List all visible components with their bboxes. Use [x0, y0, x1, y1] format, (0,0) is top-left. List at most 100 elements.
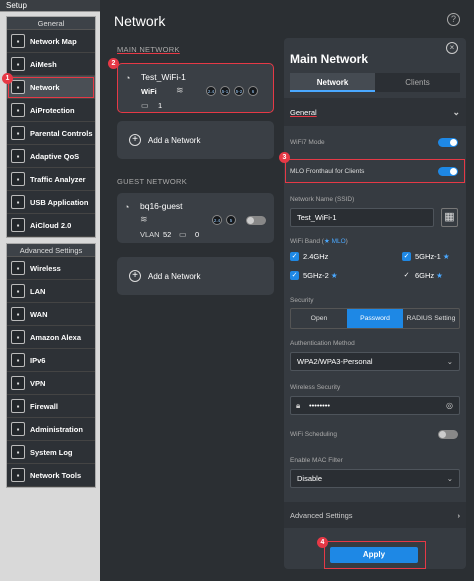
wifi-signal-icon: ≋	[176, 85, 184, 95]
wifi-router-icon: ◔	[125, 73, 131, 83]
sidebar-item-wan[interactable]: ▪ WAN	[7, 303, 95, 326]
lan-icon: ▪	[11, 284, 25, 298]
device-icon: ▭	[141, 101, 149, 110]
guest-toggle[interactable]	[246, 216, 266, 225]
mlo-toggle[interactable]	[438, 167, 458, 176]
page-title: Network	[114, 13, 166, 29]
sidebar-item-network-tools[interactable]: ▪ Network Tools	[7, 464, 95, 487]
advanced-settings-row[interactable]: Advanced Settings ›	[284, 502, 466, 528]
sidebar-item-network[interactable]: ▪ Network	[7, 76, 95, 99]
band-tag: 2.4	[212, 215, 222, 225]
sidebar-item-aicloud-2-0[interactable]: ▪ AiCloud 2.0	[7, 214, 95, 237]
chevron-right-icon: ›	[457, 510, 461, 520]
sidebar-item-label: AiMesh	[30, 59, 57, 69]
sidebar-item-wireless[interactable]: ▪ Wireless	[7, 257, 95, 280]
wifi-signal-icon: ≋	[140, 214, 148, 224]
sidebar-setup[interactable]: Setup	[0, 0, 100, 12]
sidebar-item-label: LAN	[30, 286, 46, 296]
ipv6-icon: ▪	[11, 353, 25, 367]
marker-1: 1	[2, 73, 13, 84]
sidebar-item-administration[interactable]: ▪ Administration	[7, 418, 95, 441]
sidebar-general-section: General ▪ Network Map ▪ AiMesh ▪ Network ▪ AiPr…	[6, 16, 96, 238]
device-icon: ▭	[179, 230, 187, 239]
sidebar-item-lan[interactable]: ▪ LAN	[7, 280, 95, 303]
network-map-icon: ▪	[11, 34, 25, 48]
qr-code-icon[interactable]: ▦	[441, 208, 458, 227]
help-icon[interactable]: ?	[447, 13, 460, 26]
band-tag: 5-2	[234, 86, 244, 96]
band-tag: 2.4	[206, 86, 216, 96]
main-band-tags: 2.4 5-1 5-2 6	[206, 86, 258, 96]
marker-3: 3	[279, 152, 290, 163]
wifi7-toggle[interactable]	[438, 138, 458, 147]
wifi-scheduling-toggle[interactable]	[438, 430, 458, 439]
sidebar-item-vpn[interactable]: ▪ VPN	[7, 372, 95, 395]
wireless-icon: ▪	[11, 261, 25, 275]
sidebar-item-adaptive-qos[interactable]: ▪ Adaptive QoS	[7, 145, 95, 168]
band-checkbox-52[interactable]: ✓ 5GHz-2 ★	[290, 271, 338, 280]
main-network-card[interactable]: ◔ Test_WiFi-1 WiFi ≋ 2.4 5-1 5-2 6 ▭ 1	[117, 63, 274, 113]
guest-network-label: GUEST NETWORK	[117, 177, 188, 186]
sidebar-item-amazon-alexa[interactable]: ▪ Amazon Alexa	[7, 326, 95, 349]
tab-clients[interactable]: Clients	[375, 73, 460, 92]
sidebar-item-network-map[interactable]: ▪ Network Map	[7, 30, 95, 53]
alexa-icon: ▪	[11, 330, 25, 344]
password-input[interactable]: 🔒︎ •••••••• ◎	[290, 396, 460, 415]
band-tag: 5-1	[220, 86, 230, 96]
auth-label: Authentication Method	[290, 340, 355, 347]
band-tag: 6	[248, 86, 258, 96]
mesh-icon: ▪	[11, 57, 25, 71]
guest-wifi-icon: ◔	[124, 202, 130, 212]
sidebar-item-ipv6[interactable]: ▪ IPv6	[7, 349, 95, 372]
auth-select[interactable]: WPA2/WPA3-Personal ⌄	[290, 352, 460, 371]
network-icon: ▪	[11, 80, 25, 94]
mac-filter-select[interactable]: Disable ⌄	[290, 469, 460, 488]
tab-network[interactable]: Network	[290, 73, 375, 92]
cloud-icon: ▪	[11, 218, 25, 232]
band-label-close: )	[345, 238, 348, 245]
apply-button[interactable]: Apply	[330, 547, 418, 563]
band-checkbox-24[interactable]: ✓ 2.4GHz	[290, 252, 328, 261]
plus-icon: +	[129, 270, 141, 282]
sidebar-item-aimesh[interactable]: ▪ AiMesh	[7, 53, 95, 76]
eye-off-icon[interactable]: ◎	[446, 397, 453, 414]
security-label: Security	[290, 297, 314, 304]
band-checkbox-6[interactable]: ✓ 6GHz ★	[402, 271, 443, 280]
mlo-label: MLO Fronthaul for Clients	[290, 168, 365, 175]
sidebar-item-parental-controls[interactable]: ▪ Parental Controls	[7, 122, 95, 145]
close-icon[interactable]: ×	[446, 42, 458, 54]
wifi-type: WiFi	[141, 87, 157, 96]
sidebar-item-traffic-analyzer[interactable]: ▪ Traffic Analyzer	[7, 168, 95, 191]
guest-ssid: bq16-guest	[140, 201, 183, 211]
security-radius[interactable]: RADIUS Setting	[403, 309, 459, 328]
general-section-header[interactable]: General ⌄	[284, 98, 466, 126]
chevron-down-icon: ⌄	[446, 474, 453, 483]
sidebar-item-label: Parental Controls	[30, 128, 93, 138]
mac-filter-label: Enable MAC Filter	[290, 457, 343, 464]
security-open[interactable]: Open	[291, 309, 347, 328]
sidebar-item-label: Traffic Analyzer	[30, 174, 86, 184]
guest-device-count: 0	[195, 230, 200, 239]
sidebar-item-aiprotection[interactable]: ▪ AiProtection	[7, 99, 95, 122]
sidebar-item-label: AiProtection	[30, 105, 75, 115]
sidebar-item-usb-application[interactable]: ▪ USB Application	[7, 191, 95, 214]
sidebar-general-title: General	[7, 17, 95, 30]
chevron-down-icon: ⌄	[446, 357, 453, 366]
sidebar-item-label: Network Tools	[30, 470, 82, 480]
band-checkbox-51[interactable]: ✓ 5GHz-1 ★	[402, 252, 450, 261]
add-network-card-guest[interactable]: + Add a Network	[117, 257, 274, 295]
band-tag: 5	[226, 215, 236, 225]
mlo-star: ★ MLO	[323, 238, 346, 245]
ssid-input[interactable]: Test_WiFi-1	[290, 208, 434, 227]
add-network-card-main[interactable]: + Add a Network	[117, 121, 274, 159]
traffic-icon: ▪	[11, 172, 25, 186]
sidebar: Setup General ▪ Network Map ▪ AiMesh ▪ Networ…	[0, 0, 100, 581]
vlan-label: VLAN	[140, 230, 160, 239]
admin-icon: ▪	[11, 422, 25, 436]
security-password[interactable]: Password	[347, 309, 403, 328]
sidebar-item-firewall[interactable]: ▪ Firewall	[7, 395, 95, 418]
sidebar-item-system-log[interactable]: ▪ System Log	[7, 441, 95, 464]
wifi7-label: WiFi7 Mode	[290, 139, 325, 146]
guest-network-card[interactable]: ◔ bq16-guest ≋ 2.4 5 VLAN 52 ▭ 0	[117, 193, 274, 243]
sidebar-item-label: VPN	[30, 378, 46, 388]
